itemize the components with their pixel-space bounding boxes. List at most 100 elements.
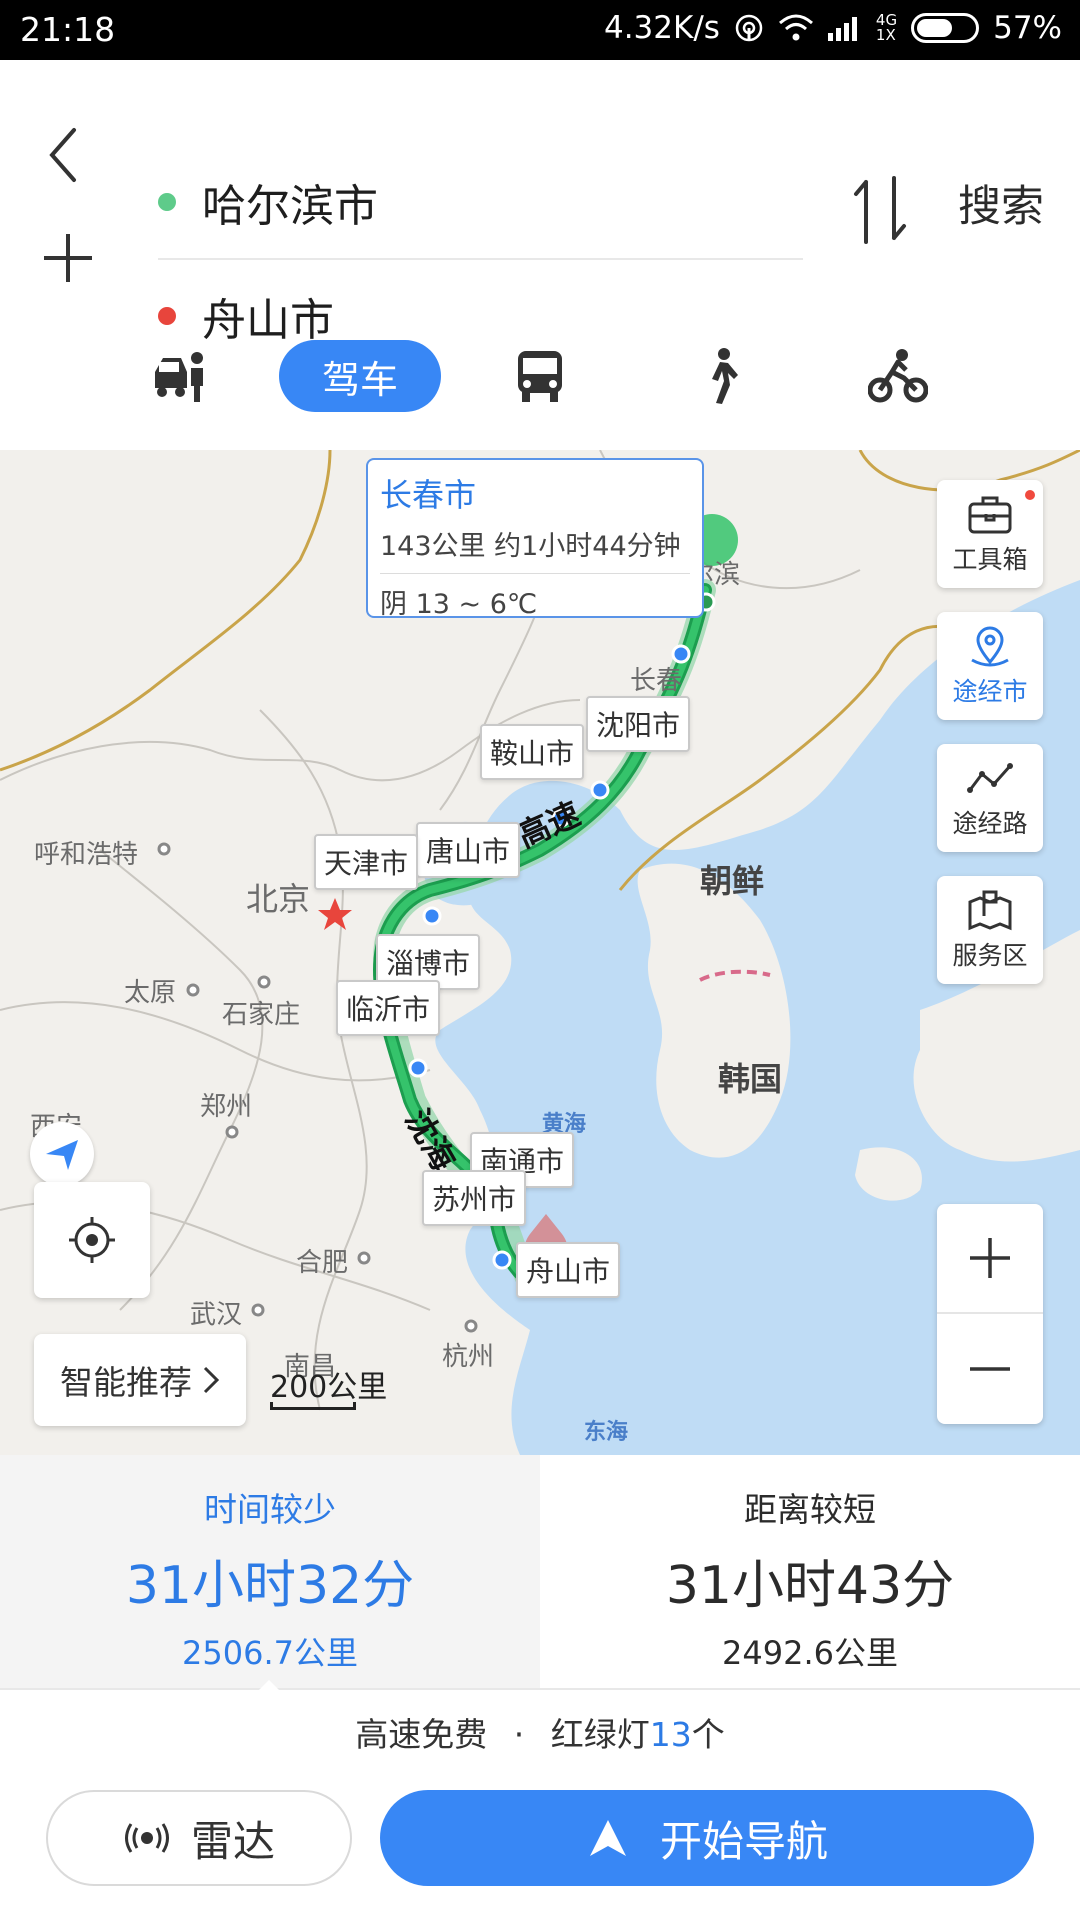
label-changchun: 长春 — [630, 666, 683, 696]
city-tag[interactable]: 临沂市 — [336, 980, 441, 1036]
service-area-icon — [968, 890, 1012, 931]
city-tag[interactable]: 苏州市 — [422, 1170, 527, 1226]
zoom-in-button[interactable] — [937, 1204, 1043, 1314]
label-east-sea: 东海 — [584, 1420, 629, 1445]
add-waypoint-icon[interactable] — [40, 230, 96, 286]
wifi-icon — [778, 14, 813, 41]
via-city-label: 途经市 — [952, 677, 1028, 706]
route-line-icon — [967, 763, 1013, 793]
label-shijiazhuang: 石家庄 — [222, 1000, 301, 1030]
plus-icon — [970, 1238, 1010, 1278]
via-road-button[interactable]: 途经路 — [937, 744, 1043, 852]
sim-label: 1X — [875, 26, 896, 44]
location-pin-icon — [971, 626, 1009, 667]
route-plan-shortest[interactable]: 距离较短 31小时43分 2492.6公里 — [540, 1455, 1080, 1688]
traffic-lights-suffix: 个 — [691, 1715, 725, 1754]
car-mode-tab[interactable]: 驾车 — [279, 340, 441, 412]
city-tag[interactable]: 沈阳市 — [586, 696, 691, 752]
route-summary: 高速免费 · 红绿灯13个 — [0, 1708, 1080, 1756]
via-city-button[interactable]: 途经市 — [937, 612, 1043, 720]
plan-distance: 2506.7公里 — [182, 1634, 358, 1672]
notification-dot — [1025, 490, 1035, 500]
route-plan-fastest[interactable]: 时间较少 31小时32分 2506.7公里 — [0, 1455, 540, 1688]
crosshair-icon — [69, 1217, 115, 1263]
start-navigation-button[interactable]: 开始导航 — [380, 1790, 1034, 1886]
info-card-divider — [380, 573, 690, 574]
radar-button[interactable]: 雷达 — [46, 1790, 352, 1886]
label-hohhot: 呼和浩特 — [34, 840, 139, 870]
label-taiyuan: 太原 — [124, 978, 177, 1008]
plan-label: 时间较少 — [204, 1490, 336, 1529]
locate-button[interactable] — [34, 1182, 150, 1298]
via-road-label: 途经路 — [952, 809, 1028, 838]
service-area-label: 服务区 — [952, 941, 1028, 970]
toolbox-button[interactable]: 工具箱 — [937, 480, 1043, 588]
chevron-right-icon — [203, 1366, 220, 1394]
origin-text: 哈尔滨市 — [202, 180, 378, 232]
route-header: 哈尔滨市 舟山市 搜索 驾车 — [0, 60, 1080, 450]
radar-icon — [124, 1823, 169, 1853]
origin-dot — [158, 192, 176, 211]
start-navigation-label: 开始导航 — [659, 1816, 828, 1866]
summary-separator: · — [513, 1715, 525, 1754]
route-plans: 时间较少 31小时32分 2506.7公里 距离较短 31小时43分 2492.… — [0, 1455, 1080, 1690]
zoom-control — [937, 1204, 1043, 1424]
smart-recommend-button[interactable]: 智能推荐 — [34, 1334, 246, 1426]
city-tag[interactable]: 鞍山市 — [480, 724, 585, 780]
battery-icon — [911, 13, 980, 43]
navigation-arrow-icon — [589, 1820, 626, 1856]
status-bar: 21:18 4.32K/s 4G 1X 57% — [0, 0, 1080, 60]
plan-label: 距离较短 — [744, 1490, 876, 1529]
plan-duration: 31小时32分 — [125, 1556, 415, 1616]
signal-icon — [827, 17, 857, 41]
taxi-icon — [155, 352, 203, 402]
toolbox-icon — [968, 496, 1012, 534]
selected-plan-caret — [257, 1680, 281, 1692]
compass-button[interactable] — [30, 1122, 94, 1186]
info-card-city: 长春市 — [380, 476, 477, 514]
bus-mode-tab[interactable] — [510, 340, 570, 412]
info-card-weather: 阴 13 ~ 6℃ — [380, 589, 538, 620]
bike-mode-tab[interactable] — [866, 340, 930, 412]
destination-dot — [158, 307, 176, 325]
service-area-button[interactable]: 服务区 — [937, 876, 1043, 984]
search-button[interactable]: 搜索 — [958, 172, 1044, 234]
map-scale-label: 200公里 — [270, 1370, 388, 1405]
walk-mode-tab[interactable] — [690, 340, 750, 412]
label-hefei: 合肥 — [296, 1248, 349, 1278]
label-north-korea: 朝鲜 — [700, 862, 765, 900]
back-arrow-icon[interactable] — [40, 120, 90, 190]
map-scale-bar — [270, 1402, 356, 1410]
net-speed: 4.32K/s — [603, 10, 720, 46]
toll-info: 高速免费 — [355, 1715, 488, 1754]
traffic-lights-count: 13 — [649, 1715, 692, 1754]
battery-percent: 57% — [993, 10, 1062, 46]
bus-icon — [518, 351, 562, 402]
taxi-mode-tab[interactable] — [148, 340, 212, 412]
city-tag[interactable]: 舟山市 — [516, 1242, 621, 1298]
hotspot-icon — [735, 14, 763, 42]
toolbox-label: 工具箱 — [952, 545, 1028, 574]
route-map[interactable]: 哈尔滨 长春 呼和浩特 北京 太原 石家庄 郑州 西安 合肥 武汉 杭州 南昌 … — [0, 450, 1080, 1455]
label-wuhan: 武汉 — [190, 1300, 243, 1330]
compass-arrow-icon — [46, 1140, 78, 1170]
city-tag[interactable]: 唐山市 — [416, 822, 521, 878]
city-tag[interactable]: 天津市 — [314, 834, 419, 890]
walk-icon — [712, 348, 738, 404]
swap-icon[interactable] — [852, 170, 908, 250]
car-mode-label: 驾车 — [321, 357, 398, 402]
info-card-distance: 143公里 约1小时44分钟 — [380, 531, 681, 562]
label-beijing: 北京 — [246, 880, 311, 918]
status-time: 21:18 — [20, 10, 116, 49]
minus-icon — [970, 1367, 1010, 1371]
label-zhengzhou: 郑州 — [200, 1092, 253, 1122]
destination-text: 舟山市 — [202, 295, 334, 346]
origin-field[interactable]: 哈尔滨市 — [158, 145, 803, 260]
plan-distance: 2492.6公里 — [722, 1634, 898, 1672]
city-info-card[interactable]: 长春市 143公里 约1小时44分钟 阴 13 ~ 6℃ — [366, 458, 704, 620]
traffic-lights-prefix: 红绿灯 — [550, 1715, 650, 1754]
zoom-out-button[interactable] — [937, 1314, 1043, 1424]
radar-label: 雷达 — [190, 1816, 275, 1866]
transport-modes: 驾车 — [0, 340, 1080, 430]
label-hangzhou: 杭州 — [442, 1342, 495, 1372]
